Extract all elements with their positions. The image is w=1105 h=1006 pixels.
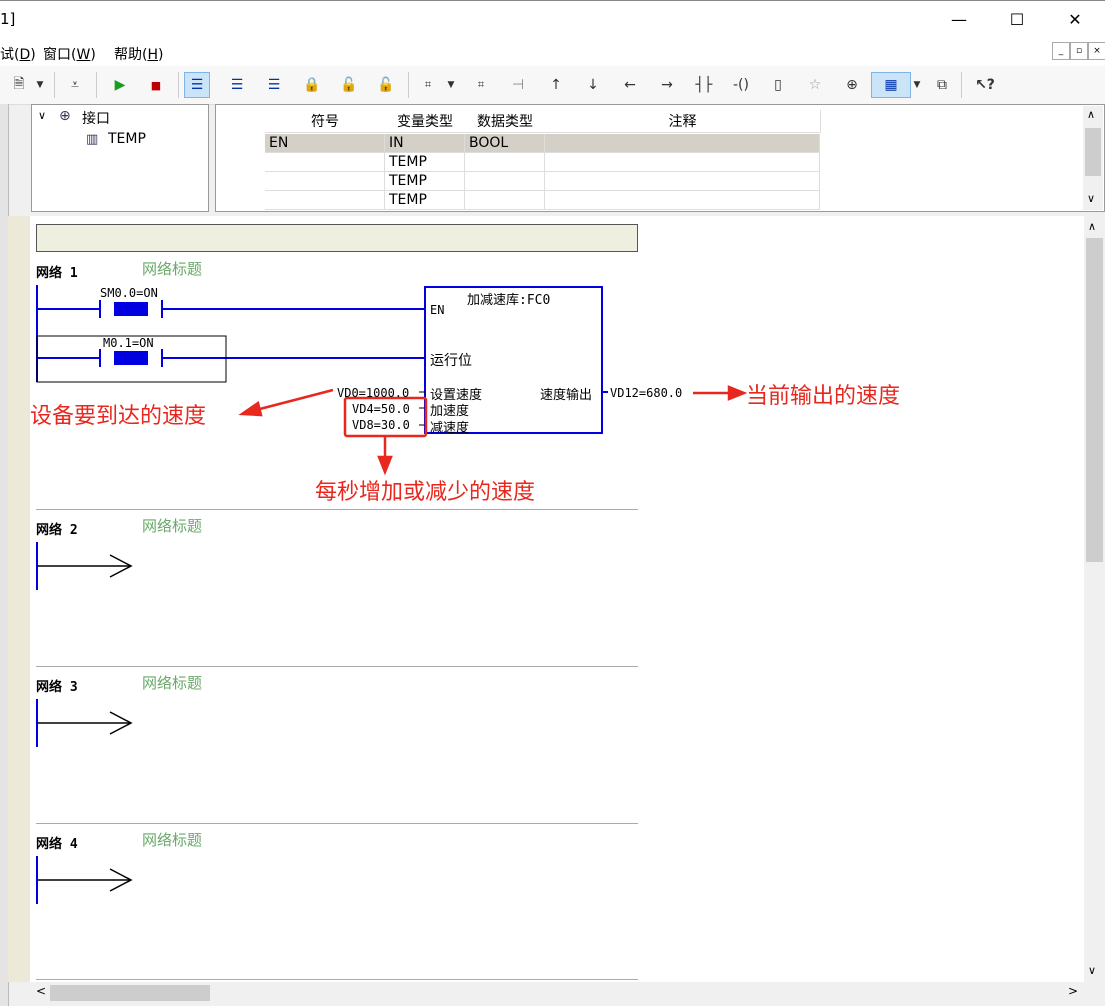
annotation-arrowhead [727, 385, 748, 401]
set-speed-value[interactable]: VD0=1000.0 [337, 386, 409, 400]
scroll-down-icon[interactable]: ∨ [1088, 964, 1096, 977]
contact-2-label[interactable]: M0.1=ON [103, 336, 154, 350]
pin-en-label: EN [430, 303, 445, 317]
contact-1-on-fill [114, 302, 148, 316]
editor-vscroll-thumb[interactable] [1086, 238, 1103, 562]
contact-1-label[interactable]: SM0.0=ON [100, 286, 158, 300]
annotation-arrowhead [238, 400, 263, 417]
annotation-target-speed: 设备要到达的速度 [30, 404, 207, 429]
annotation-arrowhead [377, 455, 393, 476]
editor-hscroll-thumb[interactable] [50, 985, 210, 1001]
annotation-arrow-line [255, 388, 334, 412]
block-title[interactable]: 加减速库:FC0 [467, 289, 550, 308]
pin-dec-label: 减速度 [430, 421, 470, 436]
scroll-left-icon[interactable]: < [36, 984, 46, 998]
pin-out-label: 速度输出 [540, 388, 593, 403]
pin-run-label: 运行位 [430, 353, 472, 369]
annotation-per-second: 每秒增加或减少的速度 [315, 480, 536, 505]
annotation-output-speed: 当前输出的速度 [746, 384, 901, 409]
dec-value[interactable]: VD8=30.0 [352, 418, 410, 432]
output-value[interactable]: VD12=680.0 [610, 386, 682, 400]
ladder-graphics [36, 285, 748, 904]
contact-2-on-fill [114, 351, 148, 365]
scroll-up-icon[interactable]: ∧ [1088, 220, 1096, 233]
scroll-right-icon[interactable]: > [1068, 984, 1078, 998]
acc-value[interactable]: VD4=50.0 [352, 402, 410, 416]
